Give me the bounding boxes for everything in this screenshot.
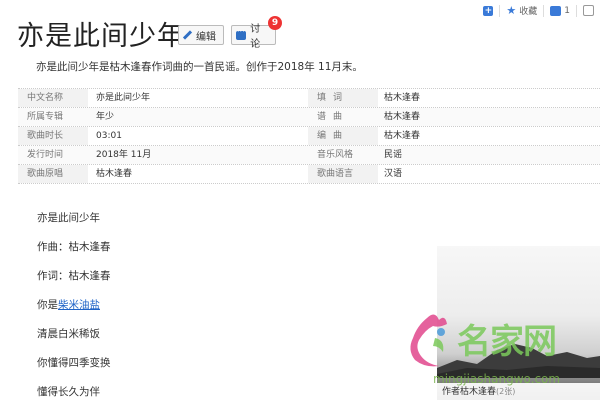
watermark-text: 名家网 (457, 322, 557, 362)
like-button[interactable]: 1 (550, 5, 570, 16)
divider (576, 4, 577, 17)
info-label: 发行时间 (18, 146, 88, 164)
chat-icon (236, 27, 247, 40)
like-count: 1 (564, 5, 570, 16)
lyric-link[interactable]: 柴米油盐 (58, 299, 100, 311)
info-row: 歌曲时长 03:01 编曲 枯木逢春 (18, 127, 600, 146)
info-row: 发行时间 2018年 11月 音乐风格 民谣 (18, 146, 600, 165)
info-value: 枯木逢春 (378, 108, 600, 126)
info-value: 年少 (88, 108, 308, 126)
summary-text: 亦是此间少年是枯木逢春作词曲的一首民谣。创作于2018年 11月末。 (36, 61, 363, 73)
divider (499, 4, 501, 17)
info-label: 歌曲时长 (18, 127, 88, 145)
add-button[interactable]: + (483, 5, 494, 16)
thumbs-up-icon (550, 5, 562, 16)
info-label: 中文名称 (18, 89, 88, 107)
page-title: 亦是此间少年 (17, 21, 185, 52)
star-icon: ★ (506, 3, 517, 17)
discuss-label: 讨论 (250, 24, 261, 50)
watermark-url: mingjiashangwo.com (433, 372, 561, 386)
share-icon (583, 5, 594, 16)
lyric-line: 你是柴米油盐 (37, 298, 111, 327)
favorite-button[interactable]: ★ 收藏 (506, 3, 538, 18)
info-value: 枯木逢春 (384, 131, 421, 141)
info-label: 音乐风格 (308, 146, 378, 164)
info-value: 2018年 11月 (88, 146, 308, 164)
lyric-line: 你懂得四季变换 (37, 357, 111, 369)
info-value: 汉语 (384, 169, 403, 179)
info-label: 填词 (308, 89, 378, 107)
info-row: 歌曲原唱 枯木逢春 歌曲语言 汉语 (18, 165, 600, 184)
favorite-label: 收藏 (519, 7, 538, 17)
info-label: 谱曲 (308, 108, 378, 126)
lyric-line: 亦是此间少年 (37, 212, 100, 224)
info-value: 03:01 (96, 131, 122, 141)
info-row: 中文名称 亦是此间少年 填词 枯木逢春 (18, 89, 600, 108)
share-button[interactable] (583, 5, 594, 16)
info-label: 歌曲原唱 (18, 165, 88, 183)
divider (543, 4, 545, 17)
edit-label: 编辑 (196, 31, 216, 43)
lyric-line: 懂得长久为伴 (37, 386, 100, 398)
lyric-line: 作词：枯木逢春 (37, 270, 111, 282)
discuss-count-badge: 9 (268, 16, 282, 30)
info-value: 亦是此间少年 (96, 93, 151, 103)
pencil-icon (183, 31, 192, 40)
info-row: 所属专辑 年少 谱曲 枯木逢春 (18, 108, 600, 127)
info-value: 枯木逢春 (384, 93, 421, 103)
lyric-line: 作曲：枯木逢春 (37, 241, 111, 253)
top-toolbar: + ★ 收藏 1 (483, 4, 594, 17)
lyric-text: 你是 (37, 299, 58, 311)
lyric-line: 清晨白米稀饭 (37, 328, 100, 340)
plus-icon: + (483, 5, 494, 16)
info-label: 歌曲语言 (308, 165, 378, 183)
info-label: 编曲 (308, 127, 378, 145)
watermark-logo-icon (410, 314, 447, 367)
edit-button[interactable]: 编辑 (178, 25, 224, 45)
info-value: 枯木逢春 (96, 169, 133, 179)
lyrics-section: 亦是此间少年 作曲：枯木逢春 作词：枯木逢春 你是柴米油盐 清晨白米稀饭 你懂得… (37, 211, 111, 400)
info-table: 中文名称 亦是此间少年 填词 枯木逢春 所属专辑 年少 谱曲 枯木逢春 歌曲时长… (18, 88, 600, 184)
photo-caption-text: 作者枯木逢春 (442, 387, 497, 397)
info-value: 民谣 (378, 146, 600, 164)
photo-count: (2张) (496, 387, 516, 396)
watermark: 名家网 mingjiashangwo.com (405, 310, 600, 388)
info-label: 所属专辑 (18, 108, 88, 126)
